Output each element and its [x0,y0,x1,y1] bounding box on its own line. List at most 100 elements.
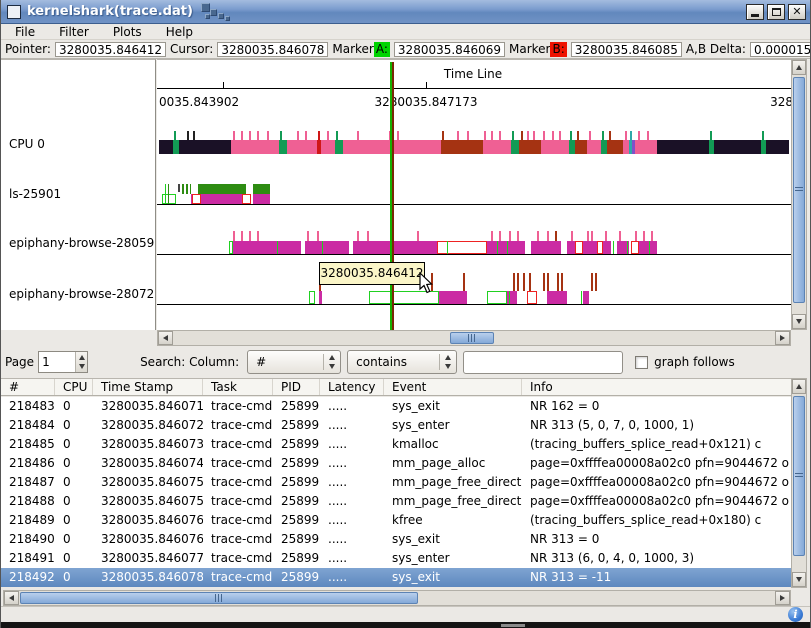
table-scroll-up-button[interactable] [792,379,806,394]
table-row[interactable]: 21849203280035.846078trace-cmd25899.....… [1,568,791,587]
graph-shape [426,82,427,88]
column-header-num[interactable]: # [1,379,55,395]
match-select[interactable]: contains [347,350,457,374]
graph-shape [187,131,189,140]
column-header-event[interactable]: Event [384,379,522,395]
graph-vscroll-thumb[interactable] [793,77,805,303]
info-icon[interactable]: i [788,607,803,622]
marker-a-badge: A: [374,42,390,57]
close-button[interactable]: ✕ [788,4,806,20]
delta-label: A,B Delta: [686,42,746,56]
graph-shape [297,131,299,140]
kernelshark-window: kernelshark(trace.dat) ✕ File Filter Plo… [0,0,811,628]
minimize-button[interactable] [746,4,764,20]
table-row[interactable]: 21848703280035.846075trace-cmd25899.....… [1,473,791,492]
table-row[interactable]: 21848303280035.846071trace-cmd25899.....… [1,397,791,416]
graph-shape [639,241,657,254]
table-cell: (tracing_buffers_splice_read+0x180) c [522,511,791,530]
maximize-button[interactable] [767,4,785,20]
menu-filter[interactable]: Filter [59,25,89,39]
table-header[interactable]: #CPUTime StampTaskPIDLatencyEventInfo [1,378,791,396]
table-scroll-right-button[interactable] [775,591,790,605]
table-row[interactable]: 21848403280035.846072trace-cmd25899.....… [1,416,791,435]
graph-shape [607,140,623,154]
table-hscrollbar[interactable] [3,590,791,606]
page-input[interactable] [39,352,75,372]
table-row[interactable]: 21848903280035.846076trace-cmd25899.....… [1,511,791,530]
page-spin-arrows[interactable] [75,352,87,372]
graph-shape [173,140,179,154]
graph-shape [605,231,607,241]
table-vscroll-thumb[interactable] [793,396,805,556]
column-header-cpu[interactable]: CPU [55,379,93,395]
plot-area[interactable]: Time Line 0035.843902 3280035.847173 328… [157,59,791,330]
table-cell: 3280035.846076 [93,530,203,549]
menu-help[interactable]: Help [166,25,193,39]
menu-plots[interactable]: Plots [113,25,142,39]
graph-shape [178,184,180,192]
table-row[interactable]: 21848603280035.846074trace-cmd25899.....… [1,454,791,473]
graph-shape [165,184,166,204]
graph-shape [277,241,278,254]
graph-shape [527,291,537,304]
table-cell: 3280035.846071 [93,397,203,416]
graph-hscroll-thumb[interactable] [450,332,494,344]
graph-shape [613,241,614,254]
graph-shape [463,273,465,291]
column-header-time-stamp[interactable]: Time Stamp [93,379,203,395]
table-row[interactable]: 21848803280035.846075trace-cmd25899.....… [1,492,791,511]
table-row[interactable]: 21848503280035.846073trace-cmd25899.....… [1,435,791,454]
graph-shape [322,241,323,254]
resize-grip[interactable] [501,624,525,627]
table-scroll-left-button[interactable] [4,591,19,605]
table-hscroll-thumb[interactable] [20,592,418,604]
table-row[interactable]: 21849003280035.846076trace-cmd25899.....… [1,530,791,549]
marker-a-value: 3280035.846069 [394,42,505,57]
table-cell: 25899 [273,511,320,530]
search-input[interactable] [463,351,623,374]
table-cell: 218484 [1,416,55,435]
graph-shape [335,140,343,154]
column-select[interactable]: # [247,350,341,374]
column-header-latency[interactable]: Latency [320,379,384,395]
graph-shape [643,231,645,241]
graph-shape [279,140,287,154]
column-header-pid[interactable]: PID [273,379,320,395]
graph-shape [649,241,650,254]
graph-shape [625,131,627,140]
graph-vscrollbar[interactable] [791,59,807,330]
graph-scroll-down-button[interactable] [792,314,806,329]
column-header-info[interactable]: Info [522,379,791,395]
graph-shape [442,131,444,140]
graph-shape [619,231,621,241]
title-bar[interactable]: kernelshark(trace.dat) ✕ [1,0,811,24]
graph-hscrollbar[interactable] [157,330,791,346]
graph-shape [627,241,628,254]
graph-shape [491,231,493,241]
table-cell: 25899 [273,530,320,549]
table-cell: trace-cmd [203,568,273,587]
graph-shape [571,231,573,241]
menu-file[interactable]: File [15,25,35,39]
table-cell: mm_page_free_direct [384,492,522,511]
graph-shape [307,231,309,241]
graph-follows-checkbox[interactable] [635,356,648,369]
table-cell: mm_page_alloc [384,454,522,473]
marker-b-label: Marker [509,42,550,56]
table-cell: trace-cmd [203,397,273,416]
graph-scroll-right-button[interactable] [775,331,790,345]
table-vscrollbar[interactable] [791,378,807,588]
graph-shape [233,131,235,140]
cursor-line[interactable] [392,62,394,330]
table-cell: 0 [55,549,93,568]
graph-shape [241,131,243,140]
table-cell: 218490 [1,530,55,549]
table-scroll-down-button[interactable] [792,572,806,587]
graph-scroll-up-button[interactable] [792,60,806,75]
table-row[interactable]: 21849103280035.846077trace-cmd25899.....… [1,549,791,568]
graph-scroll-left-button[interactable] [158,331,173,345]
page-spinbox[interactable] [38,351,88,373]
column-header-task[interactable]: Task [203,379,273,395]
graph-shape [497,241,498,254]
graph-shape [583,241,597,254]
